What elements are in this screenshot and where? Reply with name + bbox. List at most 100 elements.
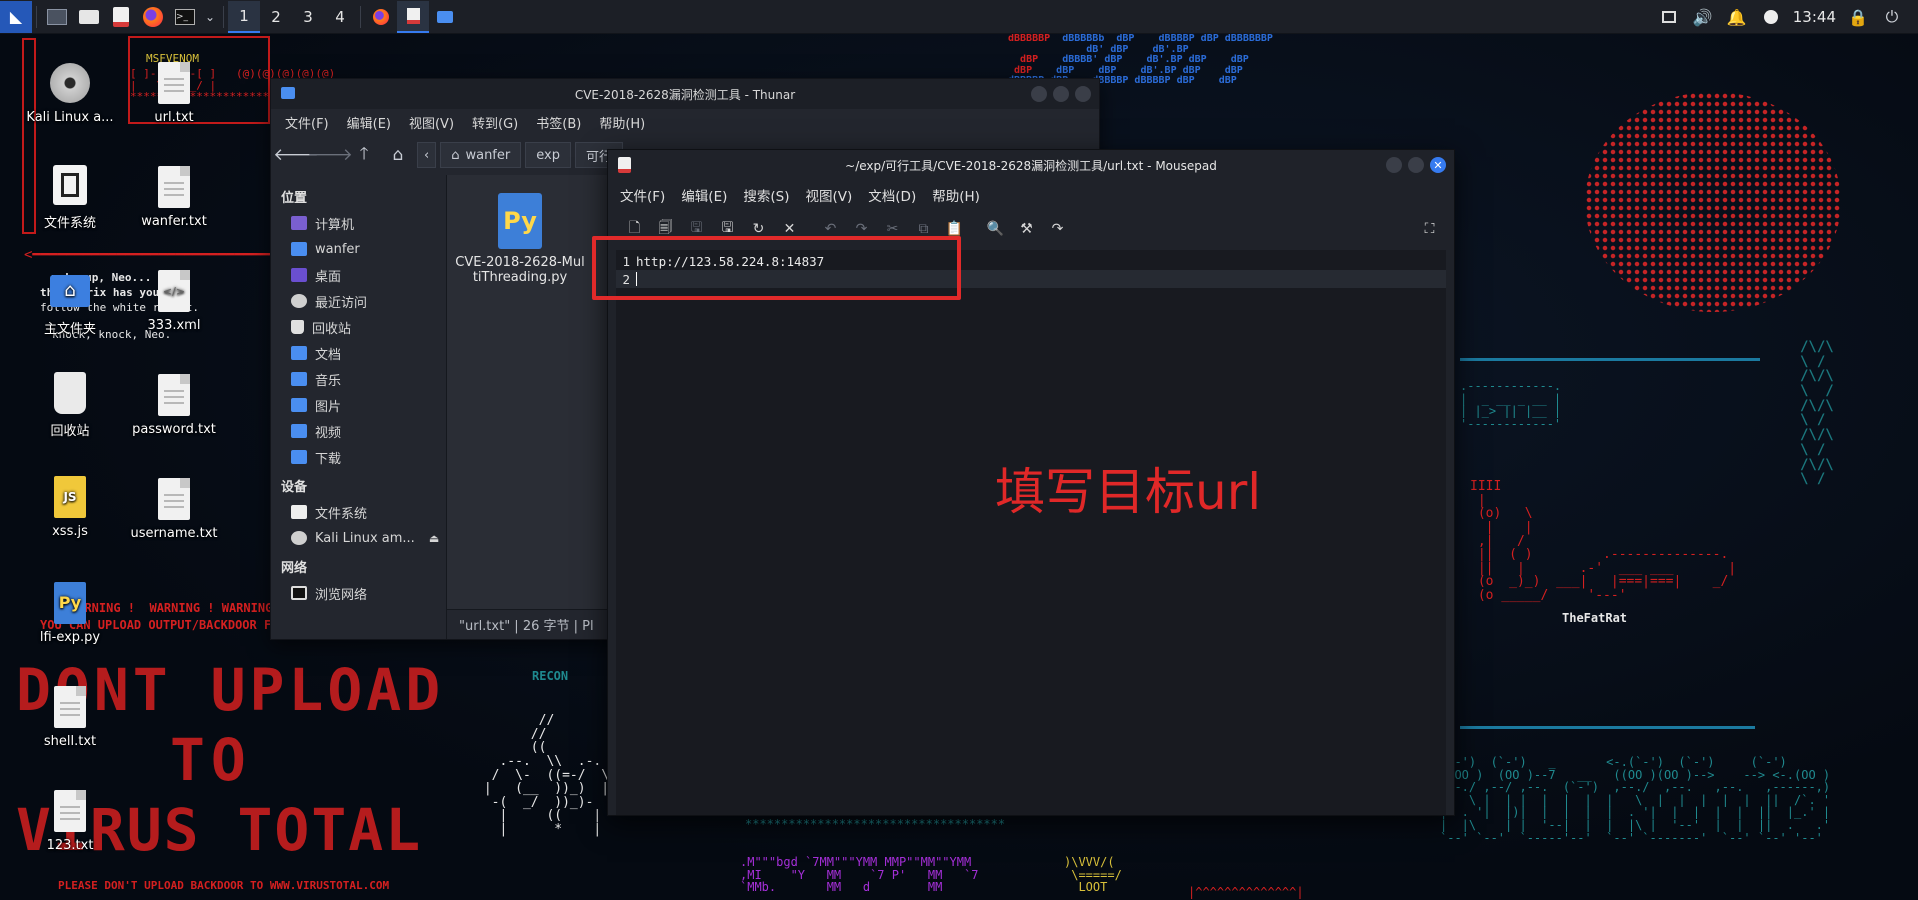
mousepad-titlebar[interactable]: ~/exp/可行工具/CVE-2018-2628漏洞检测工具/url.txt -…	[608, 150, 1454, 180]
desktop-icon-trash[interactable]: 回收站	[20, 370, 120, 439]
sidebar-item-browse-network[interactable]: 浏览网络	[271, 580, 446, 606]
desktop-icon-home[interactable]: ⌂ 主文件夹	[20, 268, 120, 337]
desktop-icon-url-txt[interactable]: url.txt	[124, 60, 224, 125]
clock[interactable]: 13:44	[1793, 8, 1836, 26]
workspace-4[interactable]: 4	[324, 1, 356, 33]
desktop-icon-label: 333.xml	[147, 318, 201, 333]
menu-view[interactable]: 视图(V)	[806, 185, 853, 205]
breadcrumb-exp[interactable]: exp	[525, 142, 571, 168]
desktop-icon-xss-js[interactable]: JS xss.js	[20, 474, 120, 539]
desktop-icon-kali-disc[interactable]: Kali Linux a...	[20, 60, 120, 125]
menu-go[interactable]: 转到(G)	[472, 113, 518, 132]
menu-bookmarks[interactable]: 书签(B)	[536, 113, 581, 132]
desktop-icon-password-txt[interactable]: password.txt	[124, 372, 224, 437]
desktop-icon-username-txt[interactable]: username.txt	[124, 476, 224, 541]
sidebar-item-music[interactable]: 音乐	[271, 366, 446, 392]
sidebar-item-filesystem[interactable]: 文件系统	[271, 499, 446, 525]
menu-search[interactable]: 搜索(S)	[743, 185, 789, 205]
files-icon[interactable]	[73, 1, 105, 33]
show-desktop-icon[interactable]	[41, 1, 73, 33]
sidebar-item-downloads[interactable]: 下载	[271, 444, 446, 470]
menu-edit[interactable]: 编辑(E)	[347, 113, 391, 132]
minimize-button[interactable]	[1031, 86, 1047, 102]
menu-help[interactable]: 帮助(H)	[932, 185, 980, 205]
maximize-button[interactable]	[1408, 157, 1424, 173]
sidebar-label: 图片	[315, 399, 342, 415]
desktop-icon-lfi-exp-py[interactable]: Py lfi-exp.py	[20, 580, 120, 645]
sidebar-label: 文档	[315, 347, 342, 363]
text-editor-icon[interactable]	[105, 1, 137, 33]
search-icon[interactable]: 🔍	[981, 215, 1010, 243]
chevron-down-icon[interactable]: ⌄	[201, 1, 219, 33]
drive-icon	[291, 505, 307, 519]
sidebar-item-computer[interactable]: 计算机	[271, 210, 446, 236]
up-arrow-icon[interactable]: 🡑	[349, 140, 379, 170]
menu-edit[interactable]: 编辑(E)	[681, 185, 727, 205]
wallpaper-ascii-gunman: IIII | (o) \ | | ,| / || ( ) .----------…	[1470, 479, 1737, 604]
close-button[interactable]	[1075, 86, 1091, 102]
workspace-2[interactable]: 2	[260, 1, 292, 33]
sidebar-item-desktop[interactable]: 桌面	[271, 262, 446, 288]
sidebar-item-trash[interactable]: 回收站	[271, 314, 446, 340]
menu-view[interactable]: 视图(V)	[409, 113, 454, 132]
thunar-titlebar[interactable]: CVE-2018-2628漏洞检测工具 - Thunar	[271, 79, 1099, 109]
menu-help[interactable]: 帮助(H)	[599, 113, 645, 132]
volume-icon[interactable]: 🔊	[1691, 1, 1715, 33]
desktop-icon-333-xml[interactable]: </> 333.xml	[124, 268, 224, 333]
desktop-folder-icon	[291, 268, 307, 282]
minimize-button[interactable]	[1386, 157, 1402, 173]
desktop-icon-label: lfi-exp.py	[39, 630, 101, 645]
breadcrumb-left-arrow[interactable]: ‹	[417, 142, 437, 168]
firefox-task-icon[interactable]	[365, 1, 397, 33]
maximize-button[interactable]	[1053, 86, 1069, 102]
annotation-text: 填写目标url	[995, 463, 1262, 521]
desktop-icon-label: password.txt	[132, 422, 216, 437]
panel-tray: 🔊 🔔 13:44 🔒 ⏻	[1657, 0, 1918, 34]
sidebar-label: 最近访问	[315, 295, 368, 311]
desktop-icon-shell-txt[interactable]: shell.txt	[20, 684, 120, 749]
terminal-icon[interactable]: >_	[169, 1, 201, 33]
workspace-3[interactable]: 3	[292, 1, 324, 33]
desktop-icon-label: xss.js	[52, 524, 88, 539]
firefox-icon[interactable]	[137, 1, 169, 33]
file-item[interactable]: Py CVE-2018-2628-MultiThreading.py	[455, 193, 585, 285]
text-file-icon	[154, 476, 194, 522]
desktop-icon-label: Kali Linux a...	[26, 110, 114, 125]
eject-icon[interactable]: ⏏	[429, 532, 439, 545]
menu-document[interactable]: 文档(D)	[868, 185, 916, 205]
mousepad-task-icon[interactable]	[397, 0, 429, 33]
desktop-icon-wanfer-txt[interactable]: wanfer.txt	[124, 164, 224, 229]
desktop-icon-123-txt[interactable]: 123.txt	[20, 788, 120, 853]
videos-folder-icon	[291, 424, 307, 438]
sidebar-item-videos[interactable]: 视频	[271, 418, 446, 444]
lock-icon[interactable]: 🔒	[1846, 1, 1870, 33]
file-name: CVE-2018-2628-MultiThreading.py	[455, 255, 585, 285]
menu-file[interactable]: 文件(F)	[285, 113, 329, 132]
close-button[interactable]: ✕	[1430, 157, 1446, 173]
workspace-1[interactable]: 1	[228, 0, 260, 33]
panel-separator	[360, 5, 361, 28]
home-folder-icon: ⌂	[50, 268, 90, 314]
sidebar-item-kali-disc[interactable]: Kali Linux am... ⏏	[271, 525, 446, 551]
top-panel: ◣ >_ ⌄ 1 2 3 4 🔊 🔔 13:44 🔒 ⏻	[0, 0, 1918, 34]
go-to-line-icon[interactable]: ↷	[1043, 215, 1072, 243]
fullscreen-icon[interactable]: ⛶	[1415, 215, 1444, 243]
screen-icon[interactable]	[1657, 1, 1681, 33]
sidebar-item-recent[interactable]: 最近访问	[271, 288, 446, 314]
sidebar-item-pictures[interactable]: 图片	[271, 392, 446, 418]
forward-arrow-icon[interactable]: 🡒	[307, 140, 353, 170]
sidebar-item-wanfer[interactable]: wanfer	[271, 236, 446, 262]
notification-icon[interactable]: 🔔	[1725, 1, 1749, 33]
menu-file[interactable]: 文件(F)	[620, 185, 665, 205]
desktop-icon-filesystem[interactable]: 文件系统	[20, 162, 120, 231]
network-icon[interactable]	[1759, 1, 1783, 33]
wallpaper-ascii-purple: .M"""bgd `7MM"""YMM MMP""MM""YMM ,MI "Y …	[740, 855, 979, 895]
thunar-task-icon[interactable]	[429, 1, 461, 33]
home-icon[interactable]: ⌂	[383, 140, 413, 170]
find-replace-icon[interactable]: ⚒	[1012, 215, 1041, 243]
sidebar-item-documents[interactable]: 文档	[271, 340, 446, 366]
power-icon[interactable]: ⏻	[1880, 1, 1904, 33]
kali-menu-icon[interactable]: ◣	[0, 0, 32, 33]
text-editor-area[interactable]: 1 http://123.58.224.8:14837 2	[616, 250, 1446, 815]
breadcrumb-wanfer[interactable]: ⌂ wanfer	[440, 142, 522, 168]
